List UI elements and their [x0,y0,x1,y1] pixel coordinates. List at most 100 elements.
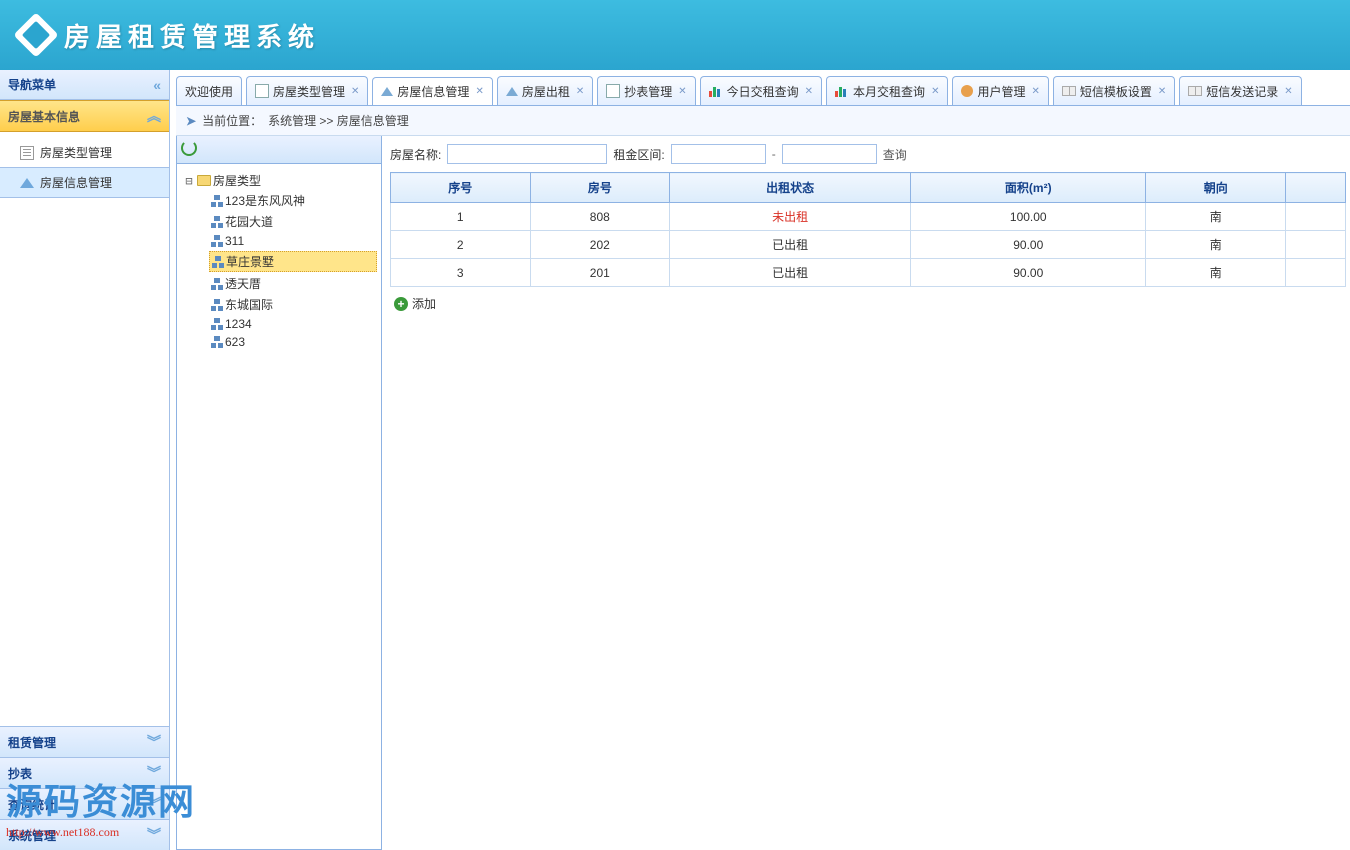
search-button[interactable]: 查询 [883,146,907,163]
close-icon[interactable]: ✕ [931,86,939,97]
tree-node-label: 311 [225,234,244,248]
logo-icon [13,12,58,57]
tab-label: 短信模板设置 [1080,83,1152,100]
chevron-down-icon: ︾ [147,794,161,814]
house-name-input[interactable] [447,144,607,164]
tab-3[interactable]: 房屋出租✕ [497,76,593,105]
nav-item-0-1[interactable]: 房屋信息管理 [0,167,169,198]
close-icon[interactable]: ✕ [351,86,359,97]
main-panel: 欢迎使用房屋类型管理✕房屋信息管理✕房屋出租✕抄表管理✕今日交租查询✕本月交租查… [170,70,1350,850]
nav-item-label: 房屋信息管理 [40,174,112,191]
org-icon [211,318,223,330]
chart-icon [835,85,849,97]
cell-2-0: 3 [391,259,531,287]
doc-icon [20,146,34,160]
cell-0-1: 808 [530,203,670,231]
content-panel: 房屋名称: 租金区间: - 查询 序号房号出租状态面积(m²)朝向 1808未出… [382,136,1350,850]
rent-max-input[interactable] [782,144,877,164]
page-icon [606,84,620,98]
close-icon[interactable]: ✕ [1284,86,1292,97]
tree-panel: ⊟房屋类型 123是东风风神花园大道 311 草庄景墅透天厝东城国际 1234 623 [176,136,382,850]
tree-toolbar [177,136,381,164]
accordion-head-0[interactable]: 房屋基本信息︽ [0,100,169,132]
breadcrumb-arrow-icon: ➤ [186,114,196,128]
close-icon[interactable]: ✕ [1158,86,1166,97]
tab-2[interactable]: 房屋信息管理 ✕ [372,77,492,106]
cell-1-2: 已出租 [670,231,911,259]
tree-node-label: 123是东风风神 [225,192,305,209]
tree-node-0[interactable]: 123是东风风神 [209,191,377,210]
plus-icon: + [394,297,408,311]
cell-1-1: 202 [530,231,670,259]
close-icon[interactable]: ✕ [678,86,686,97]
tree-root-node[interactable]: ⊟房屋类型 [181,171,377,190]
tree-node-label: 花园大道 [225,213,273,230]
sidebar: 导航菜单 « 房屋基本信息︽ 房屋类型管理房屋信息管理 租赁管理︾抄表︾查询统计︾… [0,70,170,850]
tree-node-6[interactable]: 1234 [209,316,377,332]
tree-node-3[interactable]: 草庄景墅 [209,251,377,272]
collapse-sidebar-icon[interactable]: « [153,77,161,93]
cell-2-4: 南 [1146,259,1286,287]
sidebar-header: 导航菜单 « [0,70,169,100]
tree-node-2[interactable]: 311 [209,233,377,249]
accordion-head-2[interactable]: 抄表︾ [0,757,169,788]
col-3: 面积(m²) [911,173,1146,203]
chart-icon [709,85,723,97]
tree-node-4[interactable]: 透天厝 [209,274,377,293]
tree-node-label: 透天厝 [225,275,261,292]
chevron-up-icon: ︽ [147,106,161,126]
cell-2-3: 90.00 [911,259,1146,287]
data-table: 序号房号出租状态面积(m²)朝向 1808未出租100.00南2202已出租90… [390,172,1346,287]
table-row[interactable]: 2202已出租90.00南 [391,231,1346,259]
app-header: 房屋租赁管理系统 [0,0,1350,70]
breadcrumb-path: 系统管理 >> 房屋信息管理 [268,112,409,129]
nav-item-0-0[interactable]: 房屋类型管理 [0,138,169,167]
tab-label: 本月交租查询 [853,83,925,100]
sidebar-title: 导航菜单 [8,76,56,93]
rent-min-input[interactable] [671,144,766,164]
close-icon[interactable]: ✕ [805,86,813,97]
col-1: 房号 [530,173,670,203]
tab-5[interactable]: 今日交租查询✕ [700,76,822,105]
add-button[interactable]: + 添加 [390,287,1346,320]
close-icon[interactable]: ✕ [1031,86,1039,97]
nav-item-label: 房屋类型管理 [40,144,112,161]
accordion-head-4[interactable]: 系统管理︾ [0,819,169,850]
folder-icon [197,175,211,186]
tab-8[interactable]: 短信模板设置 ✕ [1053,76,1175,105]
tab-label: 用户管理 [977,83,1025,100]
close-icon[interactable]: ✕ [475,86,483,97]
cell-0-2: 未出租 [670,203,911,231]
cell-2-5 [1286,259,1346,287]
tree-node-1[interactable]: 花园大道 [209,212,377,231]
tab-bar: 欢迎使用房屋类型管理✕房屋信息管理✕房屋出租✕抄表管理✕今日交租查询✕本月交租查… [176,76,1350,106]
tree-node-label: 东城国际 [225,296,273,313]
accordion-head-3[interactable]: 查询统计︾ [0,788,169,819]
refresh-icon[interactable] [181,140,197,156]
cell-0-3: 100.00 [911,203,1146,231]
chevron-down-icon: ︾ [147,763,161,783]
col-2: 出租状态 [670,173,911,203]
org-icon [211,278,223,290]
book-icon [1188,86,1202,96]
close-icon[interactable]: ✕ [576,86,584,97]
table-row[interactable]: 3201已出租90.00南 [391,259,1346,287]
table-row[interactable]: 1808未出租100.00南 [391,203,1346,231]
tab-6[interactable]: 本月交租查询 ✕ [826,76,948,105]
tree-node-7[interactable]: 623 [209,334,377,350]
accordion-head-1[interactable]: 租赁管理︾ [0,726,169,757]
tab-label: 房屋类型管理 [273,83,345,100]
tab-4[interactable]: 抄表管理✕ [597,76,695,105]
tab-9[interactable]: 短信发送记录✕ [1179,76,1301,105]
tree-node-label: 623 [225,335,245,349]
tab-0[interactable]: 欢迎使用 [176,76,242,105]
col-5 [1286,173,1346,203]
tab-label: 房屋信息管理 [397,83,469,100]
org-icon [211,235,223,247]
tab-1[interactable]: 房屋类型管理 ✕ [246,76,368,105]
tree-node-5[interactable]: 东城国际 [209,295,377,314]
expander-icon[interactable]: ⊟ [183,174,195,188]
tab-7[interactable]: 用户管理 ✕ [952,76,1048,105]
house-icon [20,178,34,188]
col-0: 序号 [391,173,531,203]
